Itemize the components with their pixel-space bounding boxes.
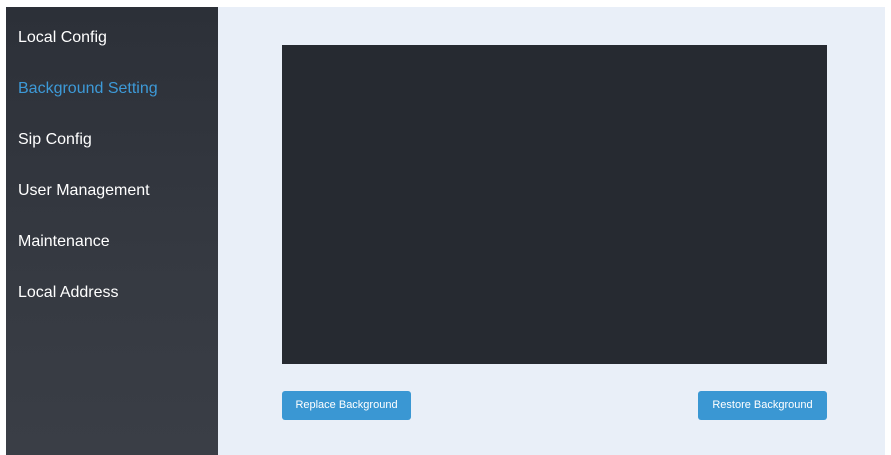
sidebar: Local Config Background Setting Sip Conf… bbox=[6, 7, 218, 455]
sidebar-item-sip-config[interactable]: Sip Config bbox=[18, 130, 92, 150]
sidebar-item-background-setting[interactable]: Background Setting bbox=[18, 79, 158, 99]
sidebar-item-maintenance[interactable]: Maintenance bbox=[18, 232, 110, 252]
restore-background-button[interactable]: Restore Background bbox=[698, 391, 827, 420]
sidebar-item-local-address[interactable]: Local Address bbox=[18, 283, 119, 303]
sidebar-item-user-management[interactable]: User Management bbox=[18, 181, 150, 201]
main-content: Replace Background Restore Background bbox=[218, 7, 885, 455]
sidebar-item-local-config[interactable]: Local Config bbox=[18, 28, 107, 48]
replace-background-button[interactable]: Replace Background bbox=[282, 391, 411, 420]
background-preview bbox=[282, 45, 827, 364]
